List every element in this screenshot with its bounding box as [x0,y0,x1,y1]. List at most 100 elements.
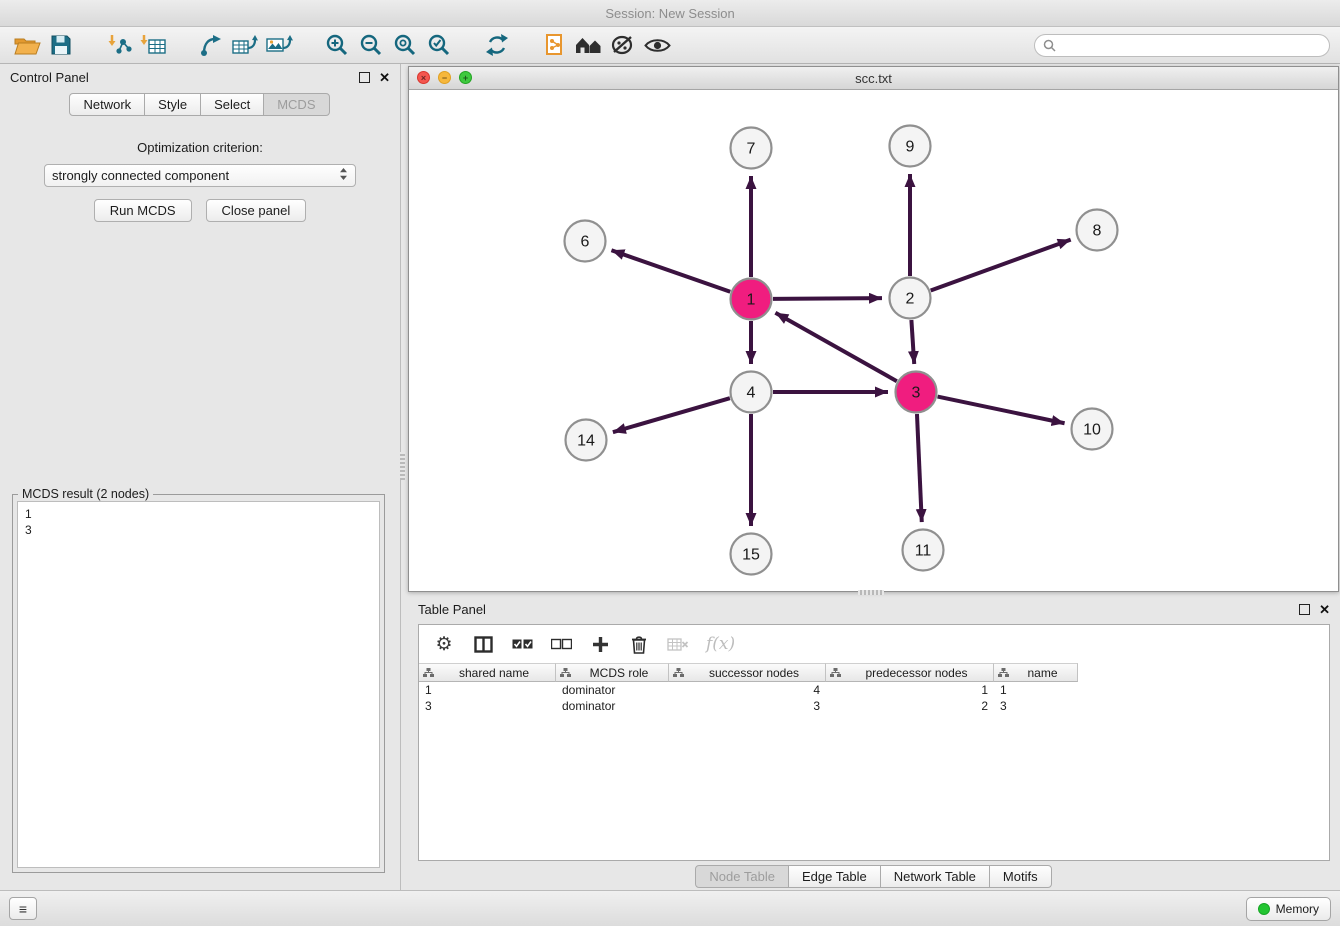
edge-1-6[interactable] [611,250,730,292]
close-panel-icon[interactable]: ✕ [379,71,390,84]
column-label: predecessor nodes [844,666,989,680]
zoom-in-button[interactable] [320,30,354,60]
show-hide-button[interactable] [640,30,674,60]
svg-text:10: 10 [1083,422,1101,439]
node-14[interactable]: 14 [566,420,607,461]
import-network-button[interactable] [102,30,136,60]
float-panel-icon[interactable] [359,72,370,83]
export-network-button[interactable] [194,30,228,60]
function-builder-button[interactable]: f(x) [706,632,735,656]
close-panel-button[interactable]: Close panel [206,199,307,222]
node-9[interactable]: 9 [890,126,931,167]
delete-table-button[interactable] [667,632,689,656]
import-table-icon [140,34,167,56]
tab-edge-table[interactable]: Edge Table [788,865,881,888]
tab-style[interactable]: Style [144,93,201,116]
tab-network[interactable]: Network [69,93,145,116]
horizontal-splitter-handle[interactable] [858,590,884,595]
zoom-fit-button[interactable] [388,30,422,60]
table-settings-button[interactable]: ⚙ [433,632,455,656]
node-15[interactable]: 15 [731,534,772,575]
table-cell: 3 [669,699,826,713]
save-session-button[interactable] [44,30,78,60]
zoom-selected-button[interactable] [422,30,456,60]
mcds-result-text[interactable]: 1 3 [17,501,380,868]
memory-status-icon [1258,903,1270,915]
column-header-successor-nodes[interactable]: successor nodes [669,663,826,682]
search-field[interactable] [1034,34,1330,57]
unselect-all-columns-button[interactable] [550,632,572,656]
node-4[interactable]: 4 [731,372,772,413]
column-tree-icon [423,668,434,677]
task-history-button[interactable]: ≡ [9,897,37,920]
tab-motifs[interactable]: Motifs [989,865,1052,888]
edge-2-8[interactable] [931,240,1071,291]
zoom-out-button[interactable] [354,30,388,60]
edge-2-3[interactable] [911,320,914,364]
search-icon [1043,39,1056,52]
table-panel-title: Table Panel [418,602,486,617]
node-6[interactable]: 6 [565,221,606,262]
control-panel-header: Control Panel ✕ [0,64,400,90]
column-label: shared name [437,666,551,680]
clone-network-button[interactable] [538,30,572,60]
column-header-predecessor-nodes[interactable]: predecessor nodes [826,663,994,682]
node-7[interactable]: 7 [731,128,772,169]
delete-column-button[interactable] [628,632,650,656]
refresh-button[interactable] [480,30,514,60]
control-panel-title: Control Panel [10,70,89,85]
vertical-splitter-handle[interactable] [400,452,405,480]
column-header-mcds-role[interactable]: MCDS role [556,663,669,682]
create-column-button[interactable] [589,632,611,656]
edge-3-10[interactable] [938,397,1065,424]
optimization-criterion-select[interactable]: strongly connected component [44,164,356,187]
export-network-icon [199,34,223,56]
float-table-panel-icon[interactable] [1299,604,1310,615]
node-11[interactable]: 11 [903,530,944,571]
mcds-result-group: MCDS result (2 nodes) 1 3 [12,494,385,873]
network-window-titlebar[interactable]: × − + scc.txt [409,67,1338,90]
edge-3-11[interactable] [917,414,922,522]
edge-1-2[interactable] [773,298,882,299]
close-window-icon[interactable]: × [417,71,430,84]
network-window-title: scc.txt [855,71,892,86]
network-window: × − + scc.txt 7 9 6 8 1 2 4 3 14 10 15 11 [408,66,1339,592]
close-table-panel-icon[interactable]: ✕ [1319,603,1330,616]
node-1[interactable]: 1 [731,279,772,320]
column-header-shared-name[interactable]: shared name [419,663,556,682]
edge-4-14[interactable] [613,398,730,432]
open-session-button[interactable] [10,30,44,60]
node-2[interactable]: 2 [890,278,931,319]
node-3[interactable]: 3 [896,372,937,413]
node-10[interactable]: 10 [1072,409,1113,450]
show-columns-button[interactable] [472,632,494,656]
tab-node-table[interactable]: Node Table [695,865,789,888]
tab-select[interactable]: Select [200,93,264,116]
run-mcds-button[interactable]: Run MCDS [94,199,192,222]
home-button[interactable] [572,30,606,60]
apply-style-button[interactable] [606,30,640,60]
import-table-button[interactable] [136,30,170,60]
node-8[interactable]: 8 [1077,210,1118,251]
network-canvas[interactable]: 7 9 6 8 1 2 4 3 14 10 15 11 [409,90,1338,592]
search-input[interactable] [1061,37,1321,53]
memory-button[interactable]: Memory [1246,897,1331,921]
svg-text:8: 8 [1093,223,1102,240]
home-icon [575,34,603,56]
tab-network-table[interactable]: Network Table [880,865,990,888]
export-image-button[interactable] [262,30,296,60]
export-table-button[interactable] [228,30,262,60]
select-all-columns-button[interactable] [511,632,533,656]
table-row[interactable]: 3dominator323 [419,698,1329,714]
column-header-name[interactable]: name [994,663,1078,682]
table-cell: 1 [419,683,556,697]
save-icon [50,34,72,56]
zoom-window-icon[interactable]: + [459,71,472,84]
window-title: Session: New Session [605,6,734,21]
select-all-icon [512,638,533,650]
table-row[interactable]: 1dominator411 [419,682,1329,698]
tab-mcds[interactable]: MCDS [263,93,329,116]
svg-text:15: 15 [742,547,760,564]
edge-3-1[interactable] [775,313,896,381]
minimize-window-icon[interactable]: − [438,71,451,84]
